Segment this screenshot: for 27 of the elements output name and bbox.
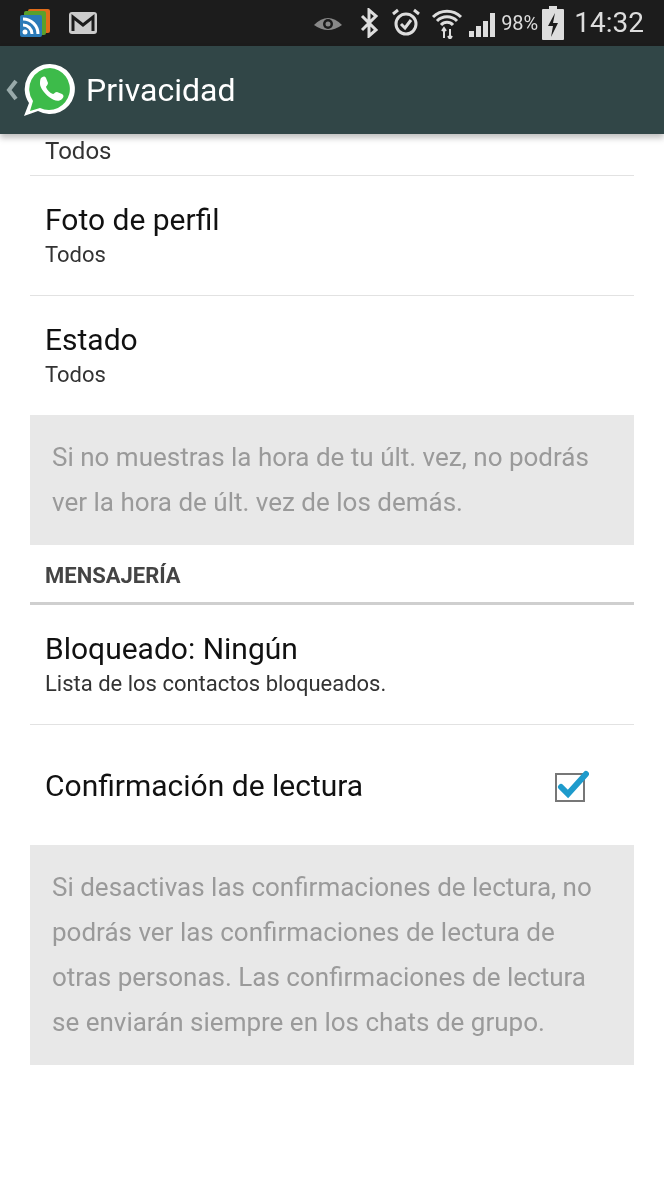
setting-summary: Todos: [45, 240, 107, 269]
mail-icon: [68, 11, 98, 35]
screen-title: Privacidad: [86, 70, 236, 111]
alarm-icon: [391, 8, 422, 38]
setting-title: Confirmación de lectura: [45, 766, 364, 805]
info-note: Si desactivas las confirmaciones de lectura, no podrás ver las confirmaciones de lectura de otras personas. Las confirmaciones de lectura se enviarán siempre en los chats de grupo.: [30, 845, 634, 1065]
chat-bubble-logo-icon: [22, 62, 78, 118]
setting-title: Bloqueado: Ningún: [45, 629, 299, 668]
setting-summary: Todos: [45, 136, 112, 166]
setting-item[interactable]: Confirmación de lectura: [30, 725, 634, 845]
setting-item[interactable]: Estado Todos: [30, 296, 634, 415]
setting-item[interactable]: Bloqueado: Ningún Lista de los contactos bloqueados.: [30, 605, 634, 724]
setting-item[interactable]: Foto de perfil Todos: [30, 176, 634, 295]
setting-summary: Lista de los contactos bloqueados.: [45, 669, 388, 698]
section-header: MENSAJERÍA: [45, 562, 181, 590]
bluetooth-icon: [359, 8, 380, 38]
checkbox[interactable]: [555, 768, 589, 802]
setting-title: Estado: [45, 320, 139, 359]
setting-title: Foto de perfil: [45, 200, 221, 239]
clock-time: 14:32: [574, 5, 644, 41]
battery-percentage: 98%: [501, 10, 539, 37]
rss-icon: [20, 9, 52, 37]
info-note: Si no muestras la hora de tu últ. vez, no podrás ver la hora de últ. vez de los demás.: [30, 415, 634, 545]
wifi-icon: [431, 7, 464, 39]
setting-summary: Todos: [45, 360, 107, 389]
back-caret-icon: [6, 79, 18, 101]
battery-charging-icon: [542, 6, 565, 40]
